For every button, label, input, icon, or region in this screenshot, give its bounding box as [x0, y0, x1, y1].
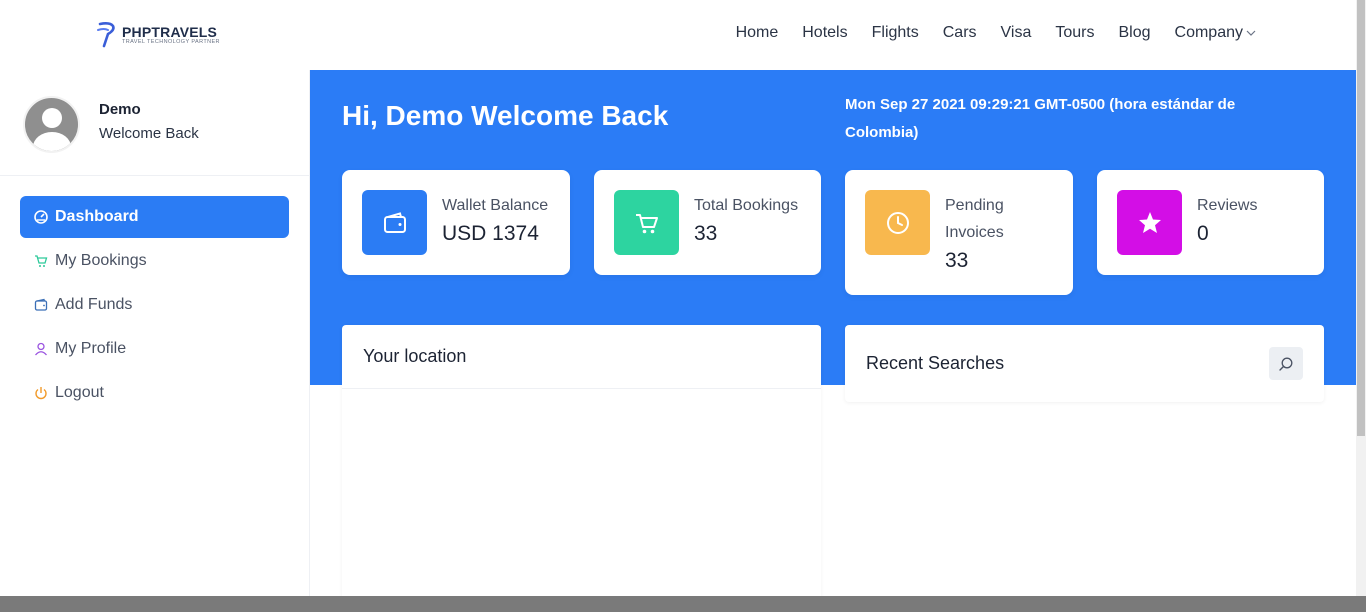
sidebar-item-label: Add Funds [55, 296, 133, 313]
stat-card-wallet[interactable]: Wallet Balance USD 1374 [342, 170, 570, 275]
logo-icon [97, 22, 115, 48]
stat-label: Wallet Balance [442, 197, 549, 214]
top-navbar: PHPTRAVELS TRAVEL TECHNOLOGY PARTNER Hom… [0, 0, 1356, 70]
cart-icon [614, 190, 679, 255]
horizontal-scrollbar[interactable] [0, 596, 1366, 612]
sidebar-item-label: Dashboard [55, 208, 139, 225]
user-icon [35, 342, 47, 356]
sidebar-item-label: My Bookings [55, 252, 147, 269]
power-icon [35, 387, 47, 400]
main-nav: Home Hotels Flights Cars Visa Tours Blog… [736, 24, 1256, 42]
wallet-icon [34, 298, 48, 311]
recent-searches-title: Recent Searches [866, 353, 1005, 373]
dashboard-icon [34, 210, 48, 224]
nav-flights[interactable]: Flights [872, 24, 919, 42]
stat-card-invoices[interactable]: Pending Invoices 33 [845, 170, 1073, 295]
nav-hotels[interactable]: Hotels [802, 24, 847, 42]
avatar [23, 96, 80, 153]
stat-card-bookings[interactable]: Total Bookings 33 [594, 170, 821, 275]
cart-icon [35, 255, 48, 267]
location-panel: Your location [342, 325, 821, 605]
nav-company-label: Company [1174, 24, 1243, 41]
stat-card-reviews[interactable]: Reviews 0 [1097, 170, 1324, 275]
stat-label: Total Bookings [694, 197, 799, 214]
clock-icon [865, 190, 930, 255]
sidebar-item-label: Logout [55, 384, 104, 401]
nav-tours[interactable]: Tours [1055, 24, 1094, 42]
location-title: Your location [363, 346, 467, 366]
chevron-down-icon [1246, 30, 1256, 36]
sidebar-item-add-funds[interactable]: Add Funds [20, 284, 289, 326]
nav-blog[interactable]: Blog [1118, 24, 1150, 42]
user-subtitle: Welcome Back [99, 125, 199, 142]
stat-value: USD 1374 [442, 222, 539, 245]
nav-company[interactable]: Company [1175, 24, 1256, 42]
star-icon [1117, 190, 1182, 255]
sidebar-item-dashboard[interactable]: Dashboard [20, 196, 289, 238]
stat-value: 33 [694, 222, 718, 245]
sidebar-item-label: My Profile [55, 340, 127, 357]
search-button[interactable] [1269, 347, 1303, 380]
vertical-scroll-thumb[interactable] [1357, 0, 1365, 436]
nav-cars[interactable]: Cars [943, 24, 977, 42]
brand-tagline: TRAVEL TECHNOLOGY PARTNER [122, 38, 220, 45]
sidebar-item-my-bookings[interactable]: My Bookings [20, 240, 289, 282]
recent-searches-panel: Recent Searches [845, 325, 1324, 402]
nav-visa[interactable]: Visa [1001, 24, 1032, 42]
sidebar: Demo Welcome Back Dashboard My Bookings … [0, 70, 310, 596]
stat-label: Pending Invoices [945, 197, 1004, 241]
nav-home[interactable]: Home [736, 24, 779, 42]
sidebar-item-logout[interactable]: Logout [20, 372, 289, 414]
user-name: Demo [99, 101, 141, 118]
brand-name: PHPTRAVELS [122, 23, 218, 40]
location-map[interactable] [342, 389, 821, 599]
sidebar-item-my-profile[interactable]: My Profile [20, 328, 289, 370]
search-icon [1279, 357, 1293, 371]
stat-value: 33 [945, 249, 969, 272]
page-title: Hi, Demo Welcome Back [342, 100, 669, 131]
current-datetime: Mon Sep 27 2021 09:29:21 GMT-0500 (hora … [845, 96, 1236, 141]
stat-value: 0 [1197, 222, 1209, 245]
user-profile: Demo Welcome Back [0, 70, 309, 176]
brand-logo[interactable]: PHPTRAVELS TRAVEL TECHNOLOGY PARTNER [96, 20, 220, 48]
sidebar-menu: Dashboard My Bookings Add Funds My Profi… [0, 176, 309, 414]
stat-label: Reviews [1197, 197, 1258, 214]
wallet-icon [362, 190, 427, 255]
